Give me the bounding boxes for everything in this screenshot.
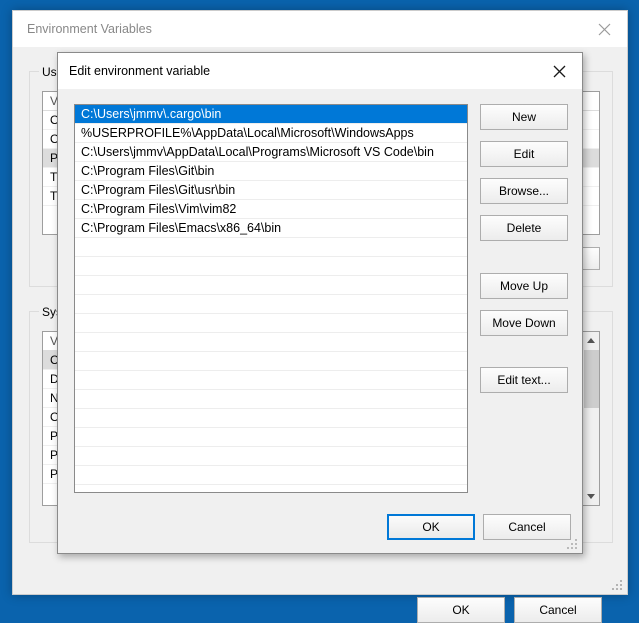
path-entry-row-empty[interactable] [75,314,467,333]
ok-button[interactable]: OK [387,514,475,540]
edit-environment-variable-dialog: Edit environment variable C:\Users\jmmv\… [57,52,583,554]
path-entry-row[interactable]: C:\Program Files\Git\usr\bin [75,181,467,200]
path-entry-row[interactable]: C:\Program Files\Git\bin [75,162,467,181]
edit-dialog-title: Edit environment variable [69,64,211,78]
path-entry-row[interactable]: C:\Program Files\Emacs\x86_64\bin [75,219,467,238]
system-variables-scrollbar[interactable] [582,332,599,505]
path-entry-row-empty[interactable] [75,295,467,314]
outer-ok-button[interactable]: OK [417,597,505,623]
path-entry-row-empty[interactable] [75,238,467,257]
path-entry-row-empty[interactable] [75,257,467,276]
path-entry-row[interactable]: C:\Program Files\Vim\vim82 [75,200,467,219]
path-entry-row[interactable]: C:\Users\jmmv\.cargo\bin [75,105,467,124]
path-entry-row[interactable]: %USERPROFILE%\AppData\Local\Microsoft\Wi… [75,124,467,143]
move-up-button[interactable]: Move Up [480,273,568,299]
cancel-button[interactable]: Cancel [483,514,571,540]
move-down-button[interactable]: Move Down [480,310,568,336]
edit-text-button[interactable]: Edit text... [480,367,568,393]
scroll-up-arrow-icon[interactable] [583,332,599,349]
close-icon[interactable] [537,53,582,89]
path-entries-listbox[interactable]: C:\Users\jmmv\.cargo\bin %USERPROFILE%\Ap… [74,104,468,493]
path-entry-row-empty[interactable] [75,390,467,409]
close-icon[interactable] [582,11,627,47]
edit-dialog-titlebar: Edit environment variable [58,53,582,89]
path-entry-row-empty[interactable] [75,333,467,352]
window-titlebar: Environment Variables [13,11,627,47]
delete-button[interactable]: Delete [480,215,568,241]
path-entry-row-empty[interactable] [75,276,467,295]
path-entry-row-empty[interactable] [75,466,467,485]
path-entry-row-empty[interactable] [75,447,467,466]
path-entry-row-empty[interactable] [75,371,467,390]
path-entry-row-empty[interactable] [75,428,467,447]
outer-cancel-button[interactable]: Cancel [514,597,602,623]
edit-button[interactable]: Edit [480,141,568,167]
new-button[interactable]: New [480,104,568,130]
path-entry-row-empty[interactable] [75,352,467,371]
edit-dialog-body: C:\Users\jmmv\.cargo\bin %USERPROFILE%\Ap… [58,89,582,553]
path-entry-row[interactable]: C:\Users\jmmv\AppData\Local\Programs\Mic… [75,143,467,162]
browse-button[interactable]: Browse... [480,178,568,204]
window-title: Environment Variables [27,22,152,36]
resize-grip-icon[interactable] [611,579,623,591]
scrollbar-thumb[interactable] [584,350,599,408]
resize-grip-icon[interactable] [566,538,578,550]
scroll-down-arrow-icon[interactable] [583,488,599,505]
path-entry-row-empty[interactable] [75,409,467,428]
